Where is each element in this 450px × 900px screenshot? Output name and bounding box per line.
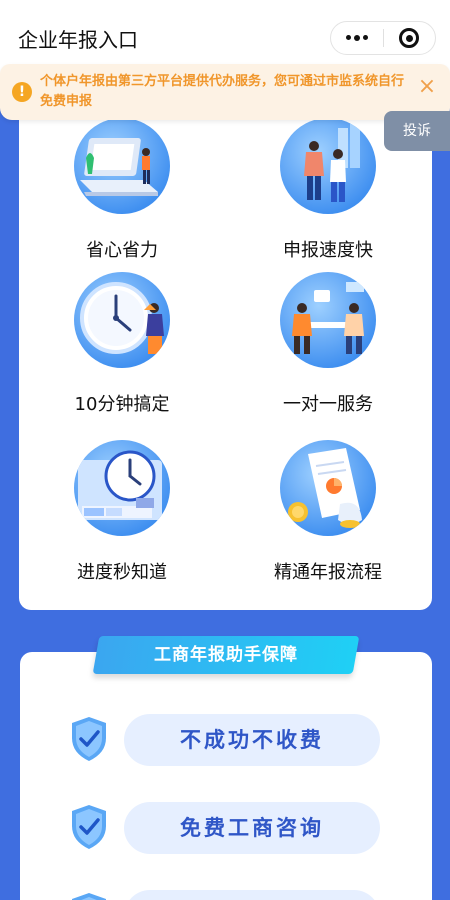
- feature-item: 10分钟搞定: [19, 272, 225, 416]
- clock-icon: [74, 272, 170, 368]
- target-icon: [399, 28, 420, 48]
- features-card: 省心省力 申报速度快 10分钟搞定 一对一服务 进度秒知道 精通年报流程: [19, 100, 432, 610]
- meeting-icon: [280, 272, 376, 368]
- feature-item: 精通年报流程: [225, 440, 431, 584]
- progress-clock-icon: [74, 440, 170, 536]
- exit-miniprogram-button[interactable]: [384, 22, 436, 54]
- guarantee-pill: 不成功不收费: [124, 714, 380, 766]
- shield-check-icon: [72, 893, 106, 900]
- laptop-person-icon: [74, 118, 170, 214]
- notice-text: 个体户年报由第三方平台提供代办服务，您可通过市监系统自行免费申报: [40, 74, 405, 109]
- feature-item: 进度秒知道: [19, 440, 225, 584]
- close-icon[interactable]: ×: [416, 76, 438, 98]
- feature-item: 省心省力: [19, 118, 225, 262]
- guarantee-pill: [124, 890, 380, 900]
- feature-label: 精通年报流程: [274, 562, 382, 583]
- guarantee-card: 不成功不收费 免费工商咨询: [20, 652, 432, 900]
- guarantee-item: 免费工商咨询: [20, 802, 432, 854]
- guarantee-item: [20, 890, 432, 900]
- shield-check-icon: [72, 805, 106, 849]
- feature-label: 10分钟搞定: [74, 394, 170, 415]
- document-coin-icon: [280, 440, 376, 536]
- people-rising-icon: [280, 118, 376, 214]
- feature-label: 申报速度快: [283, 240, 373, 261]
- complaint-button[interactable]: 投诉: [384, 111, 450, 151]
- more-button[interactable]: [331, 22, 383, 54]
- feature-item: 一对一服务: [225, 272, 431, 416]
- more-dots-icon: [345, 35, 368, 41]
- warning-icon: !: [12, 82, 32, 102]
- guarantee-title: 工商年报助手保障: [154, 645, 298, 665]
- page-title: 企业年报入口: [18, 28, 138, 52]
- feature-label: 一对一服务: [283, 394, 373, 415]
- shield-check-icon: [72, 717, 106, 761]
- miniprogram-capsule: [330, 21, 436, 55]
- guarantee-pill: 免费工商咨询: [124, 802, 380, 854]
- feature-label: 进度秒知道: [77, 562, 167, 583]
- notice-banner: ! 个体户年报由第三方平台提供代办服务，您可通过市监系统自行免费申报 ×: [0, 64, 450, 120]
- guarantee-item: 不成功不收费: [20, 714, 432, 766]
- feature-label: 省心省力: [86, 240, 158, 261]
